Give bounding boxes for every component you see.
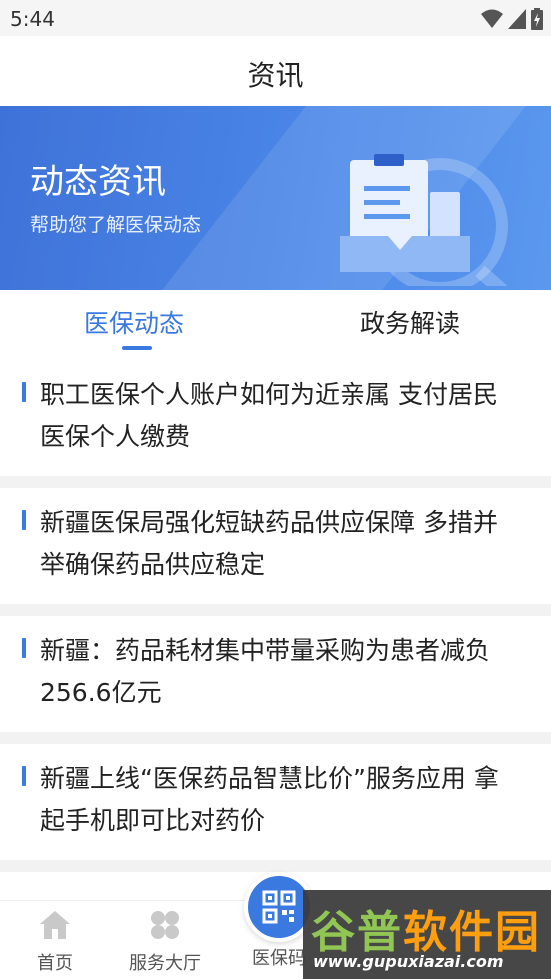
list-item-title: 新疆医保局强化短缺药品供应保障 多措并举确保药品供应稳定 [40,508,498,579]
signal-icon [508,9,526,29]
battery-icon [531,8,543,30]
nav-home-label: 首页 [37,953,73,974]
document-tray-icon [340,154,508,286]
watermark-logo: 谷普软件园 [311,907,541,958]
list-item-marker [22,382,26,402]
list-item-marker [22,510,26,530]
home-icon [40,911,70,939]
banner-subtitle: 帮助您了解医保动态 [30,214,202,236]
wifi-icon [481,9,503,28]
news-banner: 动态资讯 帮助您了解医保动态 [0,106,551,290]
nav-service-hall[interactable]: 服务大厅 [110,909,220,975]
page-title: 资讯 [247,59,304,92]
nav-service-hall-label: 服务大厅 [129,953,201,974]
list-item[interactable]: 新疆：药品耗材集中带量采购为患者减负256.6亿元 [0,616,551,732]
list-item-title: 新疆：药品耗材集中带量采购为患者减负256.6亿元 [40,636,491,707]
status-bar: 5:44 [0,0,551,36]
nav-home[interactable]: 首页 [0,909,110,975]
watermark: 谷普软件园 www.gupuxiazai.com [303,890,551,979]
list-item-marker [22,638,26,658]
grid-icon [151,911,179,939]
banner-title: 动态资讯 [30,162,166,202]
watermark-url: www.gupuxiazai.com [313,952,504,971]
status-time: 5:44 [10,7,55,31]
status-icons [481,8,543,30]
list-item[interactable]: 新疆医保局强化短缺药品供应保障 多措并举确保药品供应稳定 [0,488,551,604]
list-item-title: 职工医保个人账户如何为近亲属 支付居民医保个人缴费 [40,380,498,451]
divider [0,476,551,488]
qr-code-icon [262,890,296,924]
list-item-title: 新疆上线“医保药品智慧比价”服务应用 拿起手机即可比对药价 [40,764,499,835]
tab-medical-insurance-news[interactable]: 医保动态 [84,304,184,340]
divider [0,604,551,616]
title-bar: 资讯 [0,36,551,106]
news-list: 职工医保个人账户如何为近亲属 支付居民医保个人缴费 新疆医保局强化短缺药品供应保… [0,360,551,872]
list-item[interactable]: 职工医保个人账户如何为近亲属 支付居民医保个人缴费 [0,360,551,476]
divider [0,732,551,744]
divider [0,860,551,872]
tab-policy-interpretation[interactable]: 政务解读 [360,304,460,340]
list-item[interactable]: 新疆上线“医保药品智慧比价”服务应用 拿起手机即可比对药价 [0,744,551,860]
news-tabs: 医保动态 政务解读 [0,290,551,360]
list-item-marker [22,766,26,786]
active-tab-indicator [122,346,152,350]
